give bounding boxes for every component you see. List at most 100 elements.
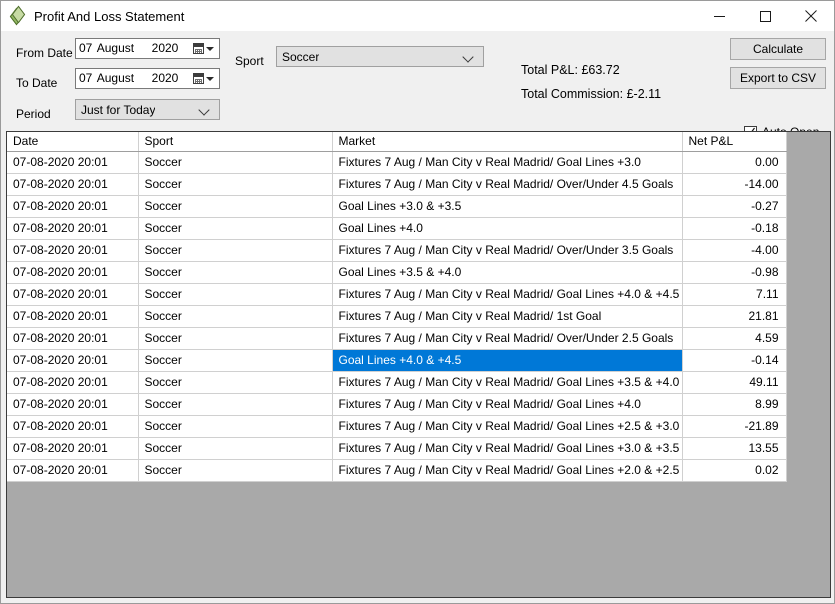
to-date-calendar-button[interactable]	[189, 69, 219, 88]
table-row[interactable]: 07-08-2020 20:01 Soccer Fixtures 7 Aug / M…	[7, 459, 787, 482]
filter-panel: From Date 07 August 2020 To Date 07 Augu…	[2, 31, 833, 139]
close-button[interactable]	[788, 1, 834, 31]
cell-market: Fixtures 7 Aug / Man City v Real Madrid/…	[332, 371, 683, 394]
period-select[interactable]: Just for Today	[75, 99, 220, 120]
cell-market: Fixtures 7 Aug / Man City v Real Madrid/…	[332, 437, 683, 460]
cell-date: 07-08-2020 20:01	[7, 437, 139, 460]
table-row[interactable]: 07-08-2020 20:01 Soccer Fixtures 7 Aug / M…	[7, 371, 787, 394]
column-header-date[interactable]: Date	[7, 132, 139, 152]
cell-sport: Soccer	[138, 459, 333, 482]
sport-label: Sport	[235, 54, 264, 68]
cell-net-pnl: 0.02	[682, 459, 787, 482]
table-row[interactable]: 07-08-2020 20:01 Soccer Fixtures 7 Aug / M…	[7, 151, 787, 174]
table-row[interactable]: 07-08-2020 20:01 Soccer Goal Lines +4.0 & …	[7, 349, 787, 372]
cell-net-pnl: -14.00	[682, 173, 787, 196]
cell-net-pnl: -21.89	[682, 415, 787, 438]
chevron-down-icon	[206, 46, 215, 51]
from-date-day[interactable]: 07	[76, 39, 97, 58]
table-row[interactable]: 07-08-2020 20:01 Soccer Fixtures 7 Aug / M…	[7, 393, 787, 416]
cell-date: 07-08-2020 20:01	[7, 283, 139, 306]
cell-sport: Soccer	[138, 305, 333, 328]
cell-net-pnl: 7.11	[682, 283, 787, 306]
window-title: Profit And Loss Statement	[34, 8, 185, 24]
table-row[interactable]: 07-08-2020 20:01 Soccer Fixtures 7 Aug / M…	[7, 239, 787, 262]
cell-net-pnl: 13.55	[682, 437, 787, 460]
period-value: Just for Today	[81, 102, 156, 117]
profit-and-loss-window: Profit And Loss Statement From Date 07 A…	[0, 0, 835, 604]
table-row[interactable]: 07-08-2020 20:01 Soccer Goal Lines +3.5 & …	[7, 261, 787, 284]
minimize-button[interactable]	[696, 1, 742, 31]
table-row[interactable]: 07-08-2020 20:01 Soccer Fixtures 7 Aug / M…	[7, 327, 787, 350]
cell-date: 07-08-2020 20:01	[7, 305, 139, 328]
cell-market: Fixtures 7 Aug / Man City v Real Madrid/…	[332, 239, 683, 262]
column-header-netpnl[interactable]: Net P&L	[682, 132, 787, 152]
from-date-calendar-button[interactable]	[189, 39, 219, 58]
cell-date: 07-08-2020 20:01	[7, 195, 139, 218]
cell-date: 07-08-2020 20:01	[7, 415, 139, 438]
cell-sport: Soccer	[138, 217, 333, 240]
cell-date: 07-08-2020 20:01	[7, 393, 139, 416]
cell-net-pnl: 0.00	[682, 151, 787, 174]
cell-net-pnl: 4.59	[682, 327, 787, 350]
calendar-icon	[193, 73, 205, 84]
cell-date: 07-08-2020 20:01	[7, 151, 139, 174]
cell-date: 07-08-2020 20:01	[7, 327, 139, 350]
chevron-down-icon	[206, 76, 215, 81]
table-row[interactable]: 07-08-2020 20:01 Soccer Fixtures 7 Aug / M…	[7, 305, 787, 328]
cell-market: Goal Lines +3.0 & +3.5	[332, 195, 683, 218]
cell-net-pnl: 21.81	[682, 305, 787, 328]
table-row[interactable]: 07-08-2020 20:01 Soccer Goal Lines +4.0 -0.…	[7, 217, 787, 240]
table-row[interactable]: 07-08-2020 20:01 Soccer Fixtures 7 Aug / M…	[7, 415, 787, 438]
table-row[interactable]: 07-08-2020 20:01 Soccer Fixtures 7 Aug / M…	[7, 173, 787, 196]
from-date-year[interactable]: 2020	[152, 39, 189, 58]
cell-market: Fixtures 7 Aug / Man City v Real Madrid/…	[332, 393, 683, 416]
cell-sport: Soccer	[138, 349, 333, 372]
column-header-sport[interactable]: Sport	[138, 132, 333, 152]
to-date-day[interactable]: 07	[76, 69, 97, 88]
to-date-picker[interactable]: 07 August 2020	[75, 68, 220, 89]
from-date-label: From Date	[16, 46, 73, 60]
maximize-button[interactable]	[742, 1, 788, 31]
title-bar: Profit And Loss Statement	[1, 1, 834, 31]
cell-sport: Soccer	[138, 415, 333, 438]
total-commission-text: Total Commission: £-2.11	[521, 87, 662, 101]
cell-date: 07-08-2020 20:01	[7, 261, 139, 284]
cell-date: 07-08-2020 20:01	[7, 459, 139, 482]
cell-date: 07-08-2020 20:01	[7, 173, 139, 196]
cell-net-pnl: -0.14	[682, 349, 787, 372]
cell-market: Fixtures 7 Aug / Man City v Real Madrid/…	[332, 173, 683, 196]
cell-sport: Soccer	[138, 173, 333, 196]
cell-sport: Soccer	[138, 283, 333, 306]
cell-market: Goal Lines +4.0	[332, 217, 683, 240]
table-row[interactable]: 07-08-2020 20:01 Soccer Fixtures 7 Aug / M…	[7, 437, 787, 460]
cell-sport: Soccer	[138, 437, 333, 460]
chevron-down-icon	[463, 51, 475, 63]
cell-market: Goal Lines +3.5 & +4.0	[332, 261, 683, 284]
cell-market: Fixtures 7 Aug / Man City v Real Madrid/…	[332, 305, 683, 328]
cell-net-pnl: -0.98	[682, 261, 787, 284]
cell-net-pnl: -4.00	[682, 239, 787, 262]
cell-net-pnl: -0.18	[682, 217, 787, 240]
cell-sport: Soccer	[138, 195, 333, 218]
from-date-month[interactable]: August	[97, 39, 152, 58]
from-date-picker[interactable]: 07 August 2020	[75, 38, 220, 59]
period-label: Period	[16, 107, 51, 121]
cell-market: Fixtures 7 Aug / Man City v Real Madrid/…	[332, 327, 683, 350]
table-row[interactable]: 07-08-2020 20:01 Soccer Fixtures 7 Aug / M…	[7, 283, 787, 306]
cell-date: 07-08-2020 20:01	[7, 239, 139, 262]
table-row[interactable]: 07-08-2020 20:01 Soccer Goal Lines +3.0 & …	[7, 195, 787, 218]
cell-market: Fixtures 7 Aug / Man City v Real Madrid/…	[332, 151, 683, 174]
to-date-year[interactable]: 2020	[152, 69, 189, 88]
window-controls	[696, 1, 834, 31]
pnl-data-grid[interactable]: Date Sport Market Net P&L 07-08-2020 20:…	[6, 131, 831, 598]
to-date-month[interactable]: August	[97, 69, 152, 88]
cell-sport: Soccer	[138, 327, 333, 350]
column-header-market[interactable]: Market	[332, 132, 683, 152]
sport-select[interactable]: Soccer	[276, 46, 484, 67]
cell-sport: Soccer	[138, 371, 333, 394]
calculate-button[interactable]: Calculate	[730, 38, 826, 60]
export-to-csv-button[interactable]: Export to CSV	[730, 67, 826, 89]
sport-value: Soccer	[282, 49, 320, 64]
cell-sport: Soccer	[138, 261, 333, 284]
cell-sport: Soccer	[138, 239, 333, 262]
